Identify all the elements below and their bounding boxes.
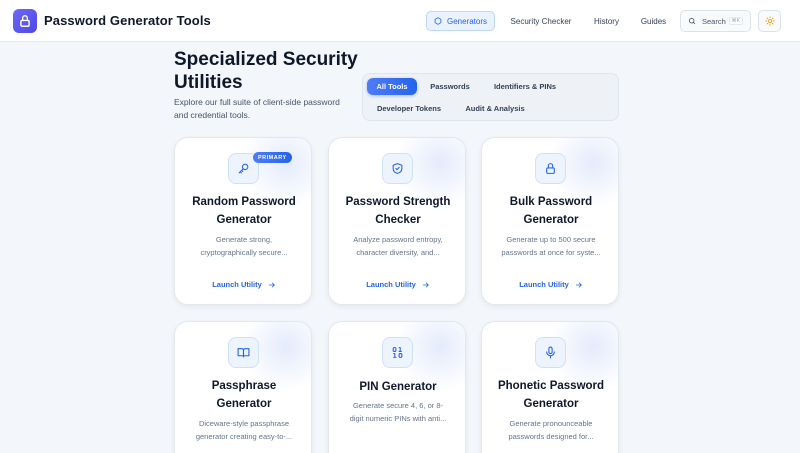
card-title: Random Password Generator <box>192 196 296 226</box>
filter-all-tools[interactable]: All Tools <box>367 78 417 95</box>
arrow-right-icon <box>268 282 275 287</box>
card-title: Bulk Password Generator <box>509 196 593 226</box>
search-label: Search <box>702 16 726 26</box>
card-description: Generate up to 500 secure passwords at o… <box>501 235 601 257</box>
card-description: Diceware-style passphrase generator crea… <box>195 419 293 441</box>
search-shortcut: ⌘K <box>728 17 743 25</box>
search-button[interactable]: Search ⌘K <box>680 10 751 32</box>
filter-developer-tokens[interactable]: Developer Tokens <box>371 100 447 117</box>
page-subtitle: Explore our full suite of client-side pa… <box>174 97 340 120</box>
tool-card-bulk-password[interactable]: Bulk Password Generator Generate up to 5… <box>481 137 619 305</box>
book-open-icon <box>228 337 259 368</box>
binary-icon <box>382 337 413 368</box>
microphone-icon <box>535 337 566 368</box>
theme-toggle-button[interactable] <box>758 10 781 32</box>
nav-security-checker[interactable]: Security Checker <box>504 11 578 31</box>
tool-card-strength-checker[interactable]: Password Strength Checker Analyze passwo… <box>328 137 466 305</box>
lock-logo-icon[interactable] <box>13 9 37 33</box>
card-description: Generate strong, cryptographically secur… <box>200 235 288 257</box>
launch-utility-link[interactable]: Launch Utility <box>482 280 618 289</box>
launch-utility-link[interactable]: Launch Utility <box>329 280 465 289</box>
filter-identifiers-pins[interactable]: Identifiers & PINs <box>485 78 565 95</box>
card-title: Passphrase Generator <box>211 380 277 410</box>
search-icon <box>688 17 696 25</box>
nav-generators-label: Generators <box>446 16 487 26</box>
top-header: Password Generator Tools Generators Secu… <box>0 0 800 42</box>
nav-generators[interactable]: Generators <box>426 11 495 31</box>
tool-card-random-password[interactable]: Random Password Generator Generate stron… <box>174 137 312 305</box>
card-title: PIN Generator <box>359 381 437 393</box>
brand-name[interactable]: Password Generator Tools <box>44 13 211 28</box>
hexagon-icon <box>434 17 442 25</box>
filter-passwords[interactable]: Passwords <box>423 78 477 95</box>
launch-utility-link[interactable]: Launch Utility <box>175 280 311 289</box>
lock-icon <box>535 153 566 184</box>
nav-history[interactable]: History <box>588 11 625 31</box>
card-description: Generate secure 4, 6, or 8- digit numeri… <box>349 401 447 423</box>
page-title: Specialized Security Utilities <box>174 49 358 93</box>
sun-icon <box>764 16 775 26</box>
tool-card-passphrase[interactable]: Passphrase Generator Diceware-style pass… <box>174 321 312 453</box>
primary-badge: PRIMARY <box>253 152 292 163</box>
card-description: Analyze password entropy, character dive… <box>353 235 443 257</box>
card-title: Password Strength Checker <box>345 196 451 226</box>
tool-card-pin-generator[interactable]: PIN Generator Generate secure 4, 6, or 8… <box>328 321 466 453</box>
card-title: Phonetic Password Generator <box>497 380 605 410</box>
card-description: Generate pronounceable passwords designe… <box>508 419 594 441</box>
tool-card-phonetic-password[interactable]: Phonetic Password Generator Generate pro… <box>481 321 619 453</box>
nav-guides[interactable]: Guides <box>636 11 671 31</box>
arrow-right-icon <box>575 282 582 287</box>
filter-audit-analysis[interactable]: Audit & Analysis <box>459 100 531 117</box>
category-filter: All Tools Passwords Identifiers & PINs D… <box>362 73 619 121</box>
shield-check-icon <box>382 153 413 184</box>
arrow-right-icon <box>422 282 429 287</box>
